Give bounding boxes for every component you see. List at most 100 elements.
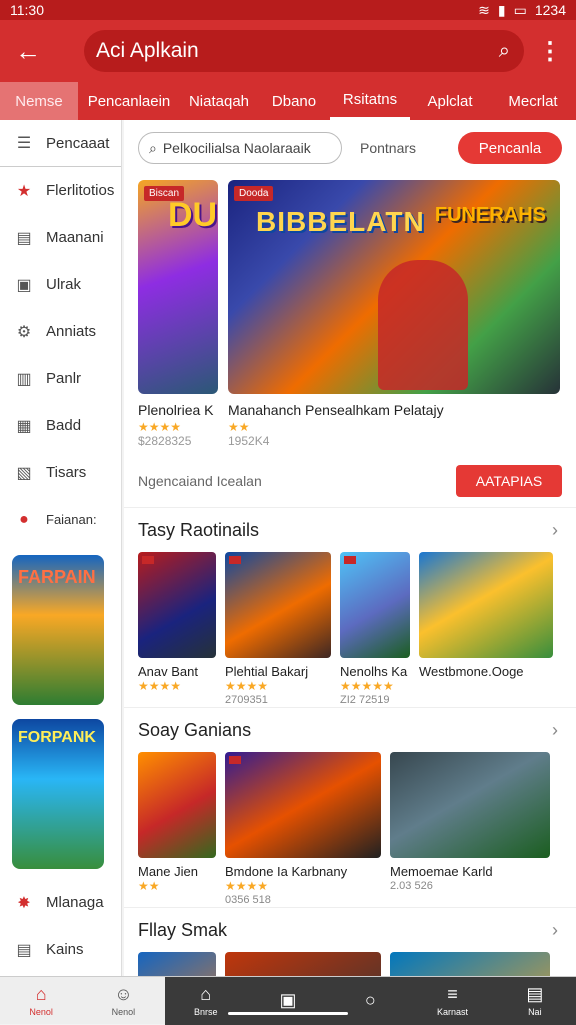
rating-stars: ★★★★ [225,879,269,893]
status-bar: 11:30 ≋ ▮ ▭ 1234 [0,0,576,20]
art-title: FARPAIN [18,567,96,587]
chevron-right-icon[interactable]: › [552,720,558,741]
game-card[interactable]: Memoemae Karld 2.03 526 [390,752,550,906]
game-card[interactable]: Plehtial Bakarj ★★★★ 2709351 [225,552,331,706]
nav-label: Nenol [29,1007,53,1017]
tab-6[interactable]: Mecrlat [490,82,576,120]
search-link[interactable]: Pontnars [360,140,416,156]
sidebar-item-4[interactable]: ⚙ Anniats [0,308,121,355]
game-card[interactable]: Anav Bant ★★★★ [138,552,216,706]
rating-stars: ★★★★★ [340,679,394,693]
tab-2[interactable]: Niataqah [180,82,258,120]
sidebar-item-5[interactable]: ▥ Panlr [0,355,121,402]
nav-item-5[interactable]: ≡ Karnast [411,976,494,1025]
chart-icon: ▧ [16,464,32,482]
game-card-art[interactable] [138,952,216,976]
sidebar-item-label: Maanani [46,229,104,246]
sidebar-item-3[interactable]: ▣ Ulrak [0,261,121,308]
nav-item-3[interactable]: ▣ [246,976,330,1025]
sidebar-item-bottom-1[interactable]: ▤ Kains [0,926,121,973]
sidebar-item-0[interactable]: ☰ Pencaaat [0,120,121,167]
game-card[interactable]: Mane Jien ★★ [138,752,216,906]
tab-1[interactable]: Pencanlaein [78,82,180,120]
game-card-name: Memoemae Karld [390,864,493,879]
game-card-name: Bmdone Ia Karbnany [225,864,348,879]
more-menu-button[interactable]: ⋮ [524,37,576,66]
gear-icon: ⚙ [16,323,32,341]
hero-card-big[interactable]: Dooda BIBBELATN FUNERAHS [228,180,560,394]
clock: 11:30 [10,2,44,18]
main-content: ⌕ Pelkocilialsa Naolaraaik Pontnars Penc… [124,120,576,976]
section-header[interactable]: Soay Ganians › [138,708,576,752]
sidebar-item-8[interactable]: ● Faianan: [0,496,121,543]
gamepad-icon: ▤ [16,941,32,959]
section-header[interactable]: Tasy Raotinails › [138,508,576,552]
game-card-art [419,552,553,658]
tab-3[interactable]: Dbano [258,82,330,120]
hero-caption-2: Manahanch Pensealhkam Pelatajy [228,402,444,418]
layout-icon: ☰ [16,135,32,152]
search-button[interactable]: Pencanla [458,132,562,164]
search-icon[interactable]: ⌕ [499,40,510,63]
sidebar-item-bottom-0[interactable]: ✸ Mlanaga [0,879,121,926]
game-card-art[interactable] [225,952,381,976]
chevron-right-icon[interactable]: › [552,520,558,541]
back-button[interactable]: ← [0,20,56,82]
tab-4[interactable]: Rsitatns [330,82,410,120]
section-header[interactable]: Fllay Smak › [138,908,576,952]
game-card-art [225,552,331,658]
nav-item-6[interactable]: ▤ Nai [493,976,576,1025]
art-title: FORPANK [18,729,96,746]
game-card-art[interactable] [390,952,550,976]
game-card-art [340,552,410,658]
hero-art-title: BIBBELATN [256,206,425,237]
app-title-bar[interactable]: Aci Aplkain ⌕ [84,30,524,72]
wifi-icon: ≋ [478,1,490,18]
tab-0[interactable]: Nemse [0,82,78,120]
section-1: Soay Ganians › Mane Jien ★★ Bmdone Ia Ka… [124,708,576,908]
sidebar-item-label: Panlr [46,370,82,387]
chat-icon: ○ [364,990,376,1010]
nav-item-4[interactable]: ○ [329,976,412,1025]
hero-card-small[interactable]: Biscan DU [138,180,218,394]
sidebar-game-art-2[interactable]: FORPANK [12,719,104,869]
promo-button[interactable]: AATAPIAS [456,464,562,497]
sidebar-item-6[interactable]: ▦ Badd [0,402,121,449]
document-icon: ▥ [16,370,32,388]
hero-carousel: Biscan DU Dooda BIBBELATN FUNERAHS [124,180,576,394]
sidebar-game-art-1[interactable]: FARPAIN [12,555,104,705]
game-card[interactable]: Bmdone Ia Karbnany ★★★★ 0356 518 [225,752,381,906]
hero-meta-1: $2828325 [138,434,192,448]
search-input[interactable]: ⌕ Pelkocilialsa Naolaraaik [138,132,342,164]
search-icon: ⌕ [149,139,157,156]
app-title: Aci Aplkain [96,39,199,62]
app-bar: ← Aci Aplkain ⌕ ⋮ [0,20,576,82]
sidebar-item-7[interactable]: ▧ Tisars [0,449,121,496]
nav-item-0[interactable]: ⌂ Nenol [0,977,82,1025]
game-card-name: Plehtial Bakarj [225,664,309,679]
battery-icon: ▭ [513,1,527,18]
section-title: Soay Ganians [138,719,252,740]
game-card-name: Anav Bant [138,664,198,679]
hero-caption-1: Plenolriea K [138,402,214,418]
section-0: Tasy Raotinails › Anav Bant ★★★★ Plehtia… [124,508,576,708]
sidebar-item-2[interactable]: ▤ Maanani [0,214,121,261]
bag-icon: ▣ [16,276,32,294]
tab-5[interactable]: Aplclat [410,82,490,120]
hero-art-subtitle: FUNERAHS [434,204,546,226]
nav-item-1[interactable]: ☺ Nenol [82,977,164,1025]
sidebar-item-1[interactable]: ★ Flerlitotios [0,167,121,214]
nav-item-2[interactable]: ⌂ Bnrse [164,976,247,1025]
box-icon: ▤ [526,984,544,1004]
chevron-right-icon[interactable]: › [552,920,558,941]
nav-label: Nai [528,1007,542,1017]
rating-stars: ★★ [138,879,160,893]
game-card-meta: 2709351 [225,694,268,706]
sidebar-item-label: Anniats [46,323,97,340]
hero-meta-2: 1952K4 [228,434,270,448]
game-card[interactable]: Westbmone.Ooge [419,552,553,706]
game-card[interactable]: Nenolhs Ka ★★★★★ ZI2 72519 [340,552,410,706]
nav-label: Karnast [437,1007,469,1017]
home-icon: ⌂ [35,984,47,1004]
home-indicator[interactable] [228,1012,348,1015]
